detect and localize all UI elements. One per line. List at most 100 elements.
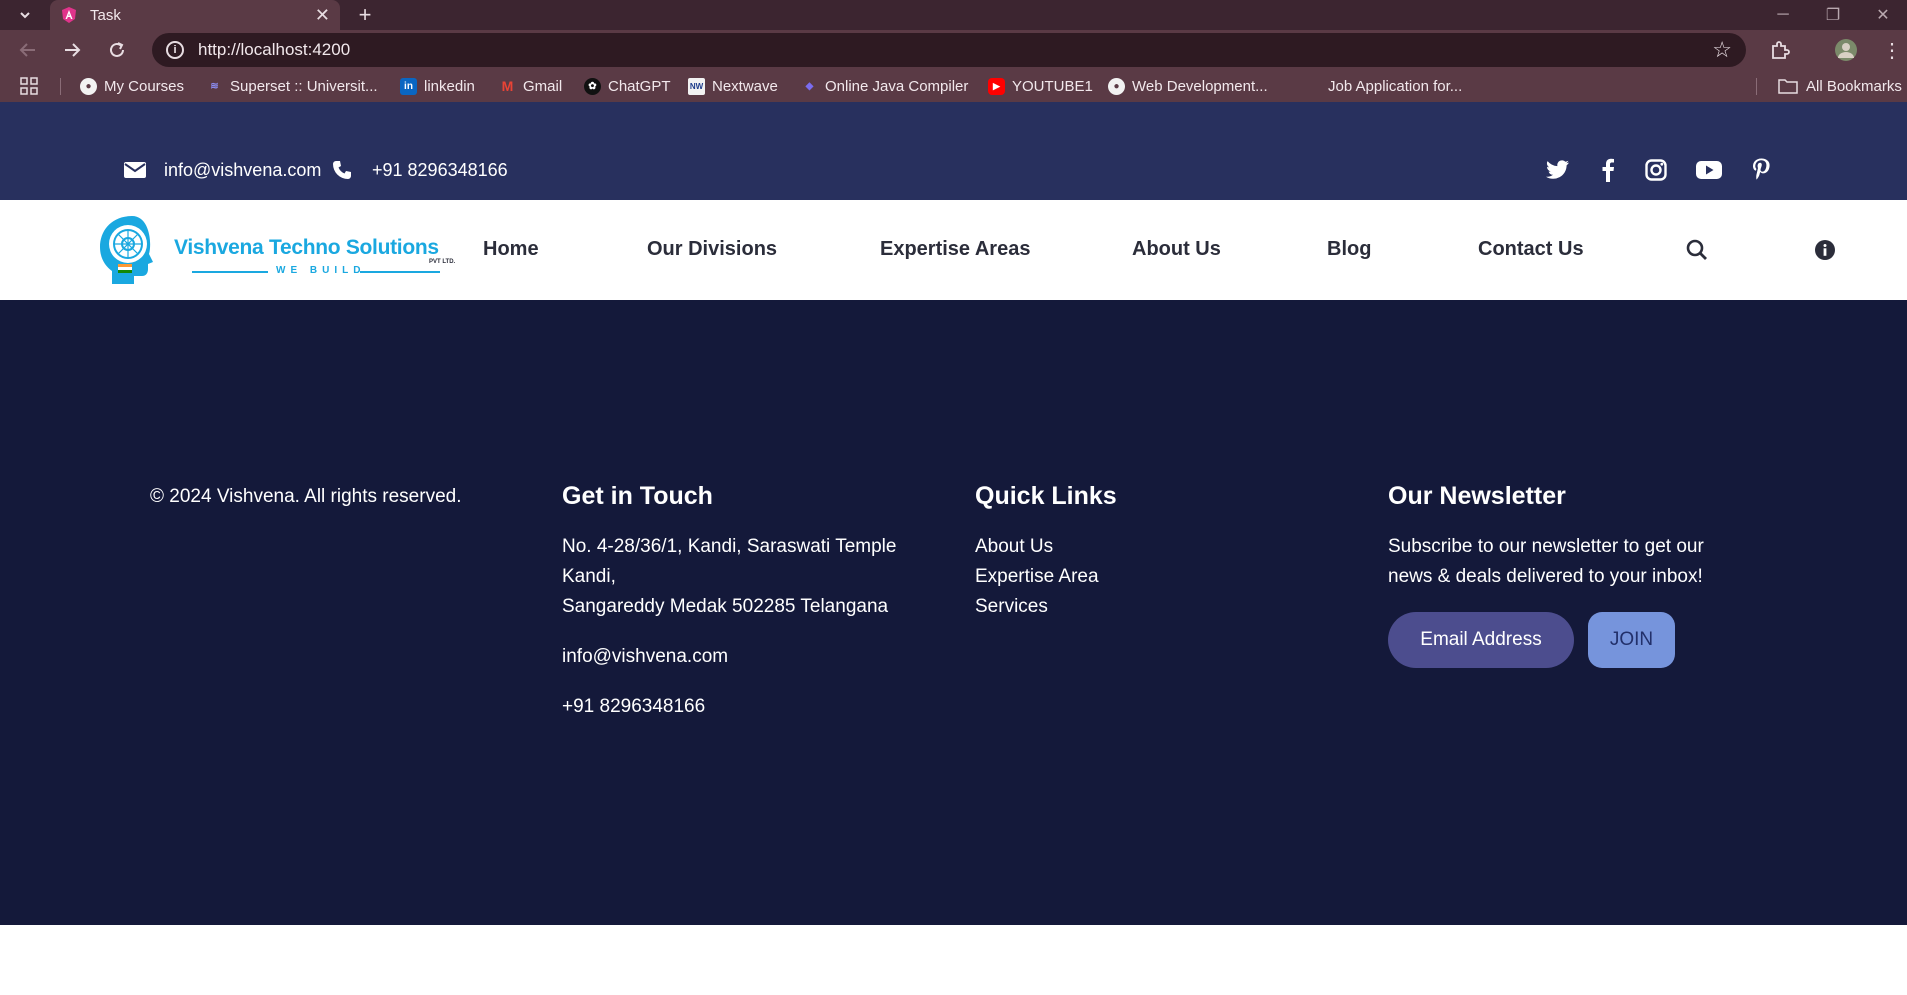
bookmark-job-application[interactable]: Job Application for... <box>1328 76 1462 96</box>
newsletter-email-input[interactable]: Email Address <box>1388 612 1574 668</box>
quick-links-list: About Us Expertise Area Services <box>975 532 1099 622</box>
profile-avatar-icon[interactable] <box>1830 36 1862 64</box>
quick-link-services[interactable]: Services <box>975 592 1099 622</box>
newsletter-description: Subscribe to our newsletter to get our n… <box>1388 532 1704 592</box>
web-dev-icon: ● <box>1108 77 1125 95</box>
all-bookmarks-folder[interactable]: All Bookmarks <box>1778 76 1902 96</box>
bookmark-superset[interactable]: ≋ Superset :: Universit... <box>206 76 377 96</box>
nav-our-divisions[interactable]: Our Divisions <box>647 238 777 261</box>
info-circle-icon[interactable] <box>1811 236 1839 264</box>
youtube-icon[interactable] <box>1694 140 1724 200</box>
tab-close-icon[interactable]: ✕ <box>315 5 330 26</box>
brain-head-logo-icon <box>100 216 153 284</box>
gmail-icon: M <box>501 78 514 94</box>
window-close-icon[interactable]: ✕ <box>1860 0 1906 30</box>
topbar-upper-fill <box>0 102 1907 140</box>
topbar-email[interactable]: info@vishvena.com <box>124 140 321 200</box>
facebook-icon[interactable] <box>1593 140 1623 200</box>
bookmark-youtube1[interactable]: ▶ YOUTUBE1 <box>988 76 1093 96</box>
twitter-icon[interactable] <box>1543 140 1573 200</box>
quick-link-about-us[interactable]: About Us <box>975 532 1099 562</box>
courses-icon: ● <box>80 77 97 95</box>
newsletter-heading: Our Newsletter <box>1388 482 1566 510</box>
angular-favicon-icon <box>62 7 76 23</box>
apps-grid-icon[interactable] <box>20 76 38 96</box>
footer-email-link[interactable]: info@vishvena.com <box>562 642 728 672</box>
newsletter-join-button[interactable]: JOIN <box>1588 612 1675 668</box>
browser-toolbar: i http://localhost:4200 ☆ ⋮ <box>0 30 1907 70</box>
newsletter-text-line: Subscribe to our newsletter to get our <box>1388 536 1704 557</box>
quick-link-expertise-area[interactable]: Expertise Area <box>975 562 1099 592</box>
nextwave-icon: NW <box>688 77 705 95</box>
bookmark-my-courses[interactable]: ● My Courses <box>80 76 184 96</box>
bookmarks-separator <box>1756 78 1757 95</box>
page-bottom-blank <box>0 925 1907 995</box>
nav-home[interactable]: Home <box>483 238 539 261</box>
site-topbar: info@vishvena.com +91 8296348166 <box>0 140 1907 200</box>
address-line: Sangareddy Medak 502285 Telangana <box>562 596 889 617</box>
bookmark-gmail[interactable]: M Gmail <box>499 76 563 96</box>
bookmark-label: Web Development... <box>1132 77 1268 95</box>
bookmark-label: YOUTUBE1 <box>1012 77 1093 95</box>
address-line: No. 4-28/36/1, Kandi, Saraswati Temple <box>562 536 897 557</box>
bookmark-label: My Courses <box>104 77 185 95</box>
envelope-icon <box>124 162 146 178</box>
superset-icon: ≋ <box>210 80 219 92</box>
reload-icon[interactable] <box>101 36 133 64</box>
search-icon[interactable] <box>1683 236 1711 264</box>
nav-blog[interactable]: Blog <box>1327 238 1371 261</box>
bookmark-nextwave[interactable]: NW Nextwave <box>688 76 778 96</box>
url-text: http://localhost:4200 <box>198 40 351 59</box>
site-footer: © 2024 Vishvena. All rights reserved. Ge… <box>0 300 1907 925</box>
new-tab-button[interactable]: + <box>352 2 378 28</box>
extensions-icon[interactable] <box>1764 36 1796 64</box>
nav-about-us[interactable]: About Us <box>1132 238 1221 261</box>
browser-tab-strip: Task ✕ + ─ ❐ ✕ <box>0 0 1907 30</box>
logo-wordmark: Vishvena Techno Solutions <box>174 236 439 260</box>
bookmark-label: Online Java Compiler <box>825 77 969 95</box>
compiler-icon: ◆ <box>805 80 814 92</box>
browser-tab-active[interactable]: Task ✕ <box>50 0 340 30</box>
phone-icon <box>333 161 351 179</box>
forward-arrow-icon[interactable] <box>56 36 88 64</box>
back-arrow-icon[interactable] <box>12 36 44 64</box>
tab-title: Task <box>90 6 121 24</box>
bookmark-star-icon[interactable]: ☆ <box>1712 37 1732 63</box>
address-block: No. 4-28/36/1, Kandi, Saraswati Temple K… <box>562 532 896 622</box>
instagram-icon[interactable] <box>1641 140 1671 200</box>
bookmark-label: Gmail <box>523 77 563 95</box>
newsletter-text-line: news & deals delivered to your inbox! <box>1388 566 1703 587</box>
minimize-icon[interactable]: ─ <box>1760 0 1806 30</box>
copyright-text: © 2024 Vishvena. All rights reserved. <box>150 486 462 507</box>
chevron-down-icon <box>20 12 30 19</box>
footer-phone-link[interactable]: +91 8296348166 <box>562 692 705 722</box>
linkedin-icon: in <box>400 77 417 95</box>
email-input-placeholder: Email Address <box>1420 629 1542 650</box>
logo-underline-left <box>192 271 268 273</box>
bookmarks-bar: ● My Courses ≋ Superset :: Universit... … <box>0 70 1907 102</box>
tab-search-button[interactable] <box>6 2 44 28</box>
bookmark-chatgpt[interactable]: ✿ ChatGPT <box>584 76 671 96</box>
logo-name-text: Vishvena Techno Solutions <box>174 236 439 259</box>
bookmark-java-compiler[interactable]: ◆ Online Java Compiler <box>801 76 969 96</box>
pinterest-icon[interactable] <box>1746 140 1776 200</box>
site-info-icon[interactable]: i <box>166 41 184 59</box>
bookmark-web-development[interactable]: ● Web Development... <box>1108 76 1268 96</box>
bookmark-label: Job Application for... <box>1328 77 1463 95</box>
youtube-icon: ▶ <box>988 77 1005 95</box>
address-bar[interactable]: i http://localhost:4200 ☆ <box>152 33 1746 67</box>
nav-contact-us[interactable]: Contact Us <box>1478 238 1584 261</box>
restore-icon[interactable]: ❐ <box>1810 0 1856 30</box>
address-line: Kandi, <box>562 566 616 587</box>
quick-links-heading: Quick Links <box>975 482 1117 510</box>
logo-tagline: WE BUILD <box>276 265 366 276</box>
topbar-email-text: info@vishvena.com <box>164 159 322 180</box>
company-logo[interactable]: Vishvena Techno Solutions PVT LTD. WE BU… <box>96 214 460 286</box>
bookmark-linkedin[interactable]: in linkedin <box>400 76 475 96</box>
topbar-phone[interactable]: +91 8296348166 <box>332 140 508 200</box>
get-in-touch-heading: Get in Touch <box>562 482 713 510</box>
more-menu-icon[interactable]: ⋮ <box>1876 36 1907 64</box>
topbar-phone-text: +91 8296348166 <box>372 159 508 180</box>
nav-expertise-areas[interactable]: Expertise Areas <box>880 238 1030 261</box>
logo-suffix: PVT LTD. <box>429 259 456 265</box>
